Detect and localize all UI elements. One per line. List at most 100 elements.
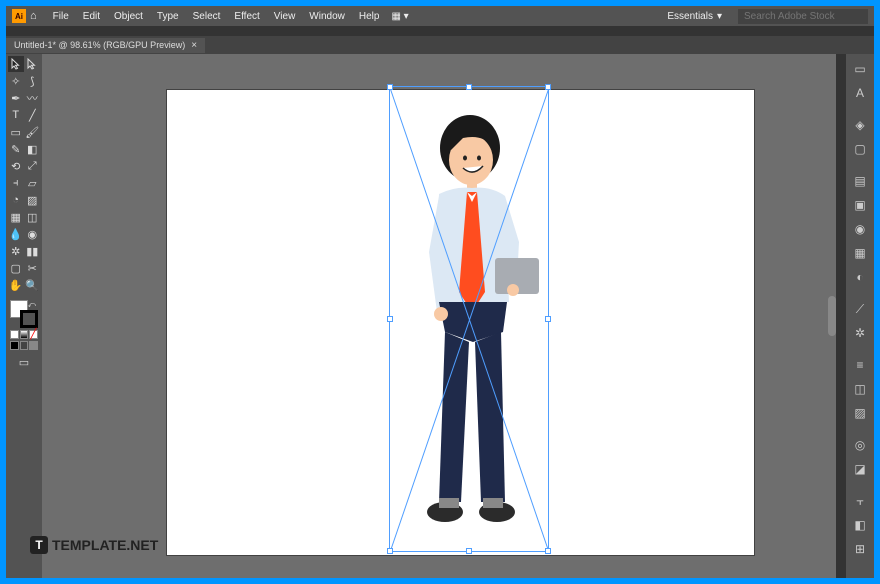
rotate-tool-icon[interactable]: ⟲ xyxy=(8,158,24,174)
shaper-tool-icon[interactable]: ✎ xyxy=(8,141,24,157)
eraser-tool-icon[interactable]: ◧ xyxy=(25,141,41,157)
menu-select[interactable]: Select xyxy=(187,9,227,24)
home-icon[interactable]: ⌂ xyxy=(30,10,37,22)
main-area: ✧⟆ ✒〰 T╱ ▭🖌 ✎◧ ⟲⤢ ⫞▱ ◔▨ ▦◫ 💧◉ ✲▮▮ ▢✂ ✋🔍 … xyxy=(6,54,874,578)
menu-edit[interactable]: Edit xyxy=(77,9,106,24)
direct-selection-tool-icon[interactable] xyxy=(25,56,41,72)
hand-tool-icon[interactable]: ✋ xyxy=(8,277,24,293)
menu-window[interactable]: Window xyxy=(303,9,351,24)
menu-view[interactable]: View xyxy=(268,9,302,24)
workspace-label: Essentials xyxy=(667,11,713,22)
curvature-tool-icon[interactable]: 〰 xyxy=(25,90,41,106)
shape-builder-tool-icon[interactable]: ◔ xyxy=(8,192,24,208)
swap-fill-stroke-icon[interactable]: ⤺ xyxy=(27,300,36,310)
canvas[interactable] xyxy=(42,54,836,578)
tab-label: Untitled-1* @ 98.61% (RGB/GPU Preview) xyxy=(14,40,185,50)
document-tab-bar: Untitled-1* @ 98.61% (RGB/GPU Preview) × xyxy=(6,36,874,54)
width-tool-icon[interactable]: ⫞ xyxy=(8,175,24,191)
symbol-sprayer-tool-icon[interactable]: ✲ xyxy=(8,243,24,259)
color-controls: ⤺ ╱ ▭ xyxy=(8,298,40,371)
artboards-panel-icon[interactable]: ▢ xyxy=(846,138,874,160)
resize-handle-icon[interactable] xyxy=(387,548,393,554)
line-tool-icon[interactable]: ╱ xyxy=(25,107,41,123)
scale-tool-icon[interactable]: ⤢ xyxy=(25,158,41,174)
gradient-panel-icon[interactable]: ◫ xyxy=(846,378,874,400)
watermark-text: TEMPLATE.NET xyxy=(52,537,158,553)
stroke-color-icon[interactable] xyxy=(20,310,38,328)
resize-handle-icon[interactable] xyxy=(387,84,393,90)
mesh-tool-icon[interactable]: ▦ xyxy=(8,209,24,225)
perspective-tool-icon[interactable]: ▨ xyxy=(25,192,41,208)
draw-behind-icon[interactable] xyxy=(20,341,29,350)
workspace-switcher[interactable]: Essentials ▾ xyxy=(659,9,730,24)
placed-illustration[interactable] xyxy=(395,102,540,542)
asset-export-panel-icon[interactable]: ▣ xyxy=(846,194,874,216)
scrollbar-thumb[interactable] xyxy=(828,296,836,336)
properties-panel-icon[interactable]: ▭ xyxy=(846,58,874,80)
pathfinder-panel-icon[interactable]: ◧ xyxy=(846,514,874,536)
app-logo-icon[interactable]: Ai xyxy=(12,9,26,23)
transform-panel-icon[interactable]: ⊞ xyxy=(846,538,874,560)
zoom-tool-icon[interactable]: 🔍 xyxy=(25,277,41,293)
menu-file[interactable]: File xyxy=(47,9,75,24)
symbols-panel-icon[interactable]: ✲ xyxy=(846,322,874,344)
menu-object[interactable]: Object xyxy=(108,9,149,24)
toolbox: ✧⟆ ✒〰 T╱ ▭🖌 ✎◧ ⟲⤢ ⫞▱ ◔▨ ▦◫ 💧◉ ✲▮▮ ▢✂ ✋🔍 … xyxy=(6,54,42,578)
align-panel-icon[interactable]: ⫟ xyxy=(846,490,874,512)
arrange-documents-icon[interactable]: ▦ ▾ xyxy=(391,11,408,22)
color-guide-panel-icon[interactable]: ◐ xyxy=(846,266,874,288)
control-bar xyxy=(6,26,874,36)
character-panel-icon[interactable]: A xyxy=(846,82,874,104)
selection-tool-icon[interactable] xyxy=(8,56,24,72)
column-graph-tool-icon[interactable]: ▮▮ xyxy=(25,243,41,259)
transparency-panel-icon[interactable]: ▨ xyxy=(846,402,874,424)
slice-tool-icon[interactable]: ✂ xyxy=(25,260,41,276)
artboard-tool-icon[interactable]: ▢ xyxy=(8,260,24,276)
app-window: Ai ⌂ File Edit Object Type Select Effect… xyxy=(6,6,874,578)
resize-handle-icon[interactable] xyxy=(466,548,472,554)
right-dock-strip xyxy=(836,54,846,578)
layers-panel-icon[interactable]: ◈ xyxy=(846,114,874,136)
lasso-tool-icon[interactable]: ⟆ xyxy=(25,73,41,89)
resize-handle-icon[interactable] xyxy=(545,316,551,322)
right-panel-dock: ▭ A ◈ ▢ ▤ ▣ ◉ ▦ ◐ ⟋ ✲ ≡ ◫ ▨ ◎ ◪ ⫟ ◧ ⊞ xyxy=(846,54,874,578)
search-input[interactable] xyxy=(738,9,868,24)
graphic-styles-panel-icon[interactable]: ◪ xyxy=(846,458,874,480)
type-tool-icon[interactable]: T xyxy=(8,107,24,123)
swatches-panel-icon[interactable]: ▦ xyxy=(846,242,874,264)
screen-mode-icon[interactable]: ▭ xyxy=(10,356,38,369)
color-panel-icon[interactable]: ◉ xyxy=(846,218,874,240)
brushes-panel-icon[interactable]: ⟋ xyxy=(846,298,874,320)
gradient-tool-icon[interactable]: ◫ xyxy=(25,209,41,225)
watermark: T TEMPLATE.NET xyxy=(30,536,158,554)
document-tab[interactable]: Untitled-1* @ 98.61% (RGB/GPU Preview) × xyxy=(6,38,205,53)
close-icon[interactable]: × xyxy=(191,40,197,51)
artboard xyxy=(167,90,754,555)
color-mode-icon[interactable] xyxy=(10,330,19,339)
gradient-mode-icon[interactable] xyxy=(20,330,29,339)
menu-type[interactable]: Type xyxy=(151,9,185,24)
stroke-panel-icon[interactable]: ≡ xyxy=(846,354,874,376)
magic-wand-tool-icon[interactable]: ✧ xyxy=(8,73,24,89)
pen-tool-icon[interactable]: ✒ xyxy=(8,90,24,106)
fill-stroke-swatch[interactable]: ⤺ xyxy=(10,300,38,328)
draw-normal-icon[interactable] xyxy=(10,341,19,350)
draw-inside-icon[interactable] xyxy=(29,341,38,350)
chevron-down-icon: ▾ xyxy=(717,11,722,22)
paintbrush-tool-icon[interactable]: 🖌 xyxy=(25,124,41,140)
watermark-icon: T xyxy=(30,536,48,554)
appearance-panel-icon[interactable]: ◎ xyxy=(846,434,874,456)
free-transform-tool-icon[interactable]: ▱ xyxy=(25,175,41,191)
resize-handle-icon[interactable] xyxy=(387,316,393,322)
resize-handle-icon[interactable] xyxy=(545,84,551,90)
blend-tool-icon[interactable]: ◉ xyxy=(25,226,41,242)
menu-help[interactable]: Help xyxy=(353,9,386,24)
none-mode-icon[interactable]: ╱ xyxy=(29,330,38,339)
eyedropper-tool-icon[interactable]: 💧 xyxy=(8,226,24,242)
menu-effect[interactable]: Effect xyxy=(228,9,265,24)
rectangle-tool-icon[interactable]: ▭ xyxy=(8,124,24,140)
libraries-panel-icon[interactable]: ▤ xyxy=(846,170,874,192)
resize-handle-icon[interactable] xyxy=(466,84,472,90)
resize-handle-icon[interactable] xyxy=(545,548,551,554)
menubar: Ai ⌂ File Edit Object Type Select Effect… xyxy=(6,6,874,26)
